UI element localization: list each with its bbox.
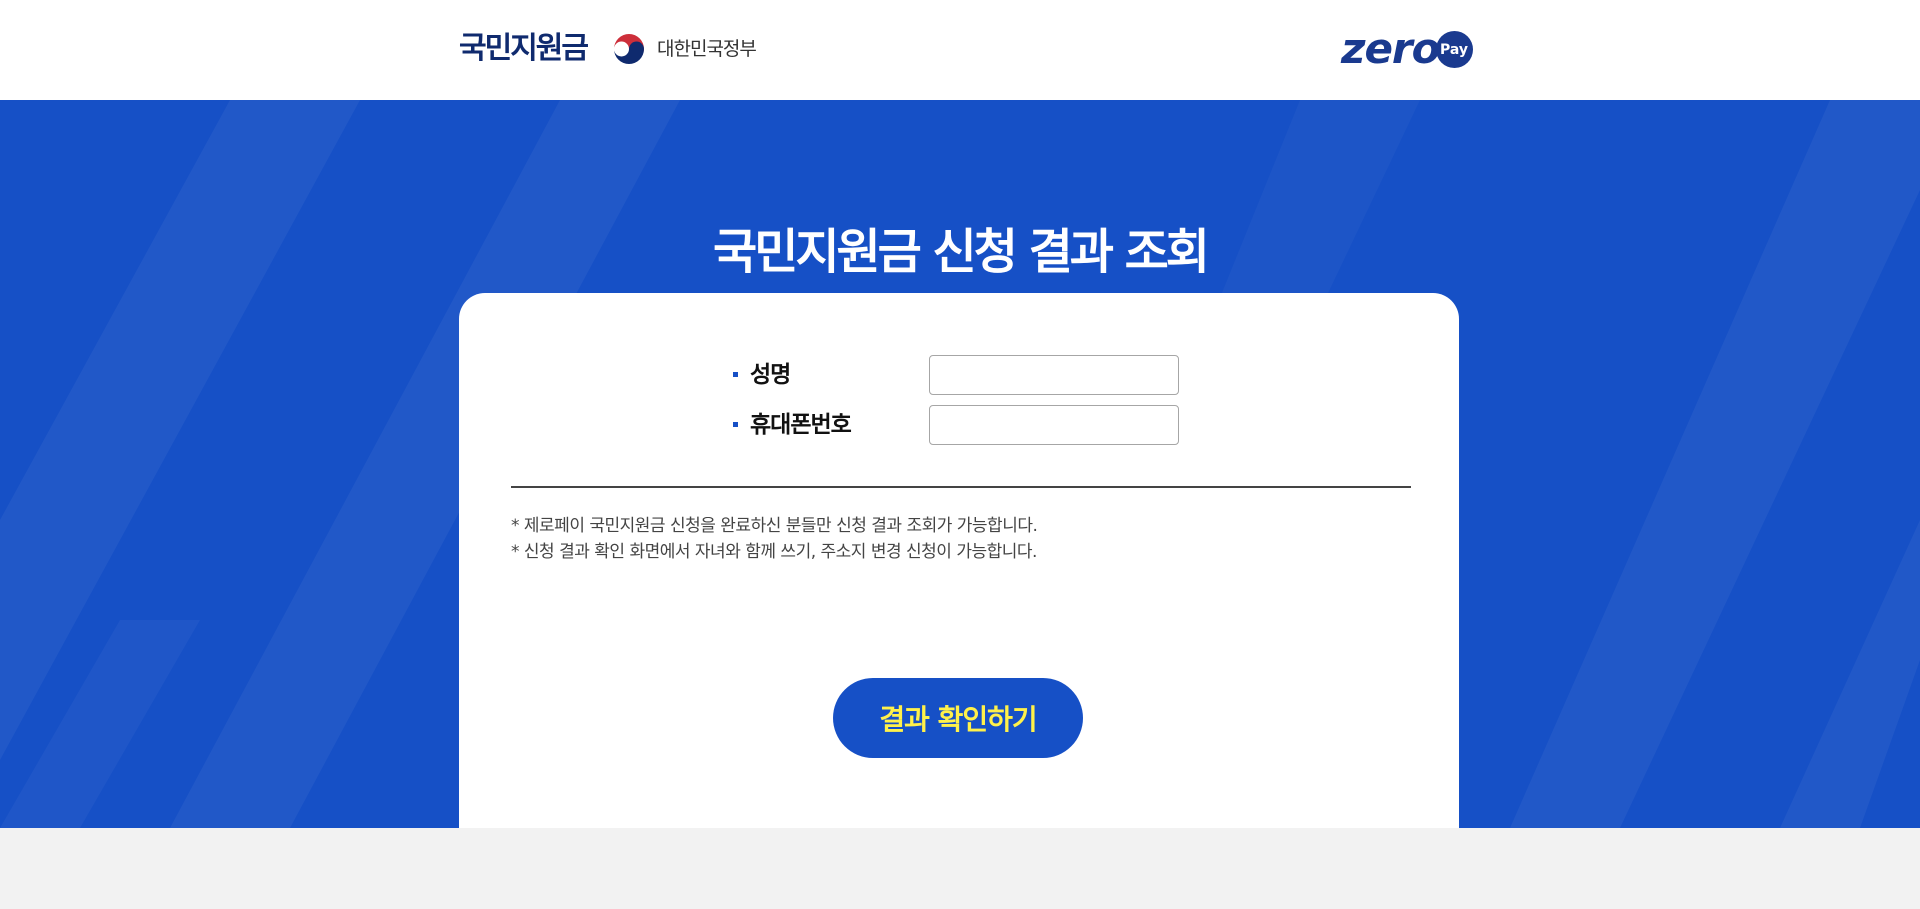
name-input[interactable] [929, 355, 1179, 395]
name-row: 성명 [733, 355, 1233, 395]
phone-label: 휴대폰번호 [750, 412, 852, 438]
form-divider [511, 486, 1411, 488]
bullet-icon [733, 422, 738, 427]
page-footer-area [0, 828, 1920, 909]
phone-input[interactable] [929, 405, 1179, 445]
name-label: 성명 [750, 362, 791, 388]
lookup-card: 성명 휴대폰번호 * 제로페이 국민지원금 신청을 완료하신 분들만 신청 결과… [459, 293, 1459, 828]
brand-logo-text[interactable]: 국민지원금 [459, 29, 589, 69]
page-title: 국민지원금 신청 결과 조회 [713, 224, 1210, 281]
taegeuk-emblem-icon [611, 31, 647, 67]
check-result-button[interactable]: 결과 확인하기 [833, 678, 1083, 758]
zeropay-logo[interactable]: zero Pay [1341, 28, 1473, 70]
government-name: 대한민국정부 [657, 38, 757, 60]
zeropay-logo-word: zero [1341, 24, 1440, 73]
zeropay-pay-badge: Pay [1435, 31, 1473, 68]
notice-line: * 제로페이 국민지원금 신청을 완료하신 분들만 신청 결과 조회가 가능합니… [511, 516, 1038, 536]
bullet-icon [733, 372, 738, 377]
notice-line: * 신청 결과 확인 화면에서 자녀와 함께 쓰기, 주소지 변경 신청이 가능… [511, 542, 1037, 562]
site-header: 국민지원금 대한민국정부 zero Pay [0, 0, 1920, 100]
phone-row: 휴대폰번호 [733, 405, 1233, 445]
